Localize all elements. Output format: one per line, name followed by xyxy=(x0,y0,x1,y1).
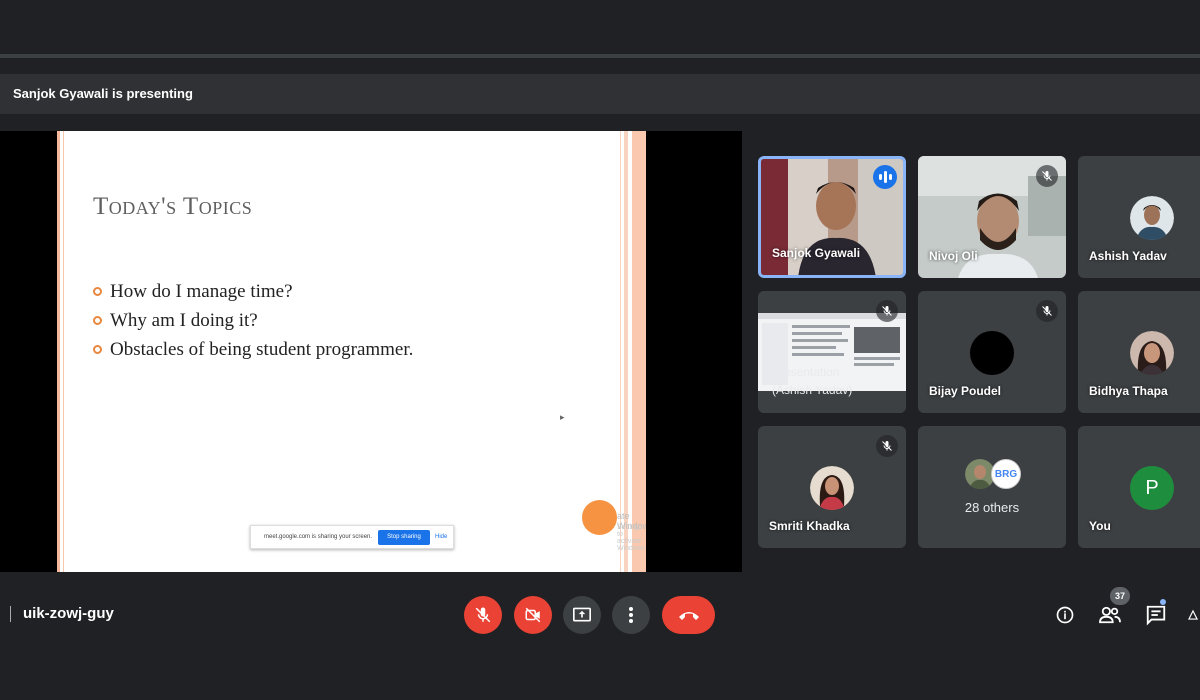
people-icon xyxy=(1099,606,1121,624)
avatar xyxy=(970,331,1014,375)
others-count: 28 others xyxy=(964,500,1020,515)
orange-marker xyxy=(582,500,617,535)
mic-toggle-button[interactable] xyxy=(464,596,502,634)
slide-border-right-mid xyxy=(624,131,628,572)
participant-name: Sanjok Gyawali xyxy=(772,246,861,260)
mic-off-icon xyxy=(475,607,491,623)
participant-tile-nivoj-oli[interactable]: Nivoj Oli xyxy=(918,156,1066,278)
bullet-icon xyxy=(93,345,102,354)
share-notice-text: meet.google.com is sharing your screen. xyxy=(264,534,373,540)
presenter-banner: Sanjok Gyawali is presenting xyxy=(0,74,1200,114)
avatar xyxy=(1130,196,1174,240)
participant-name: Bidhya Thapa xyxy=(1089,384,1168,398)
slide-bullet-text: How do I manage time? xyxy=(110,280,293,302)
avatar: BRG xyxy=(991,459,1021,489)
mic-off-icon xyxy=(1036,300,1058,322)
presentation-owner: (Ashish Yadav) xyxy=(772,383,853,397)
slide: Today's Topics How do I manage time? Why… xyxy=(57,131,646,572)
slide-border-right-thin xyxy=(620,131,621,572)
call-end-icon xyxy=(678,612,699,620)
avatar xyxy=(810,466,854,510)
presentation-label: Presentation xyxy=(772,365,840,379)
participant-tile-sanjok-gyawali[interactable]: Sanjok Gyawali xyxy=(758,156,906,278)
cursor-icon: ▸ xyxy=(560,412,565,422)
slide-border-left-thin xyxy=(63,131,64,572)
mic-off-icon xyxy=(1036,165,1058,187)
more-vert-icon xyxy=(629,607,633,623)
speaking-indicator-icon xyxy=(873,165,897,189)
chat-button[interactable] xyxy=(1143,602,1169,628)
camera-toggle-button[interactable] xyxy=(514,596,552,634)
mic-off-icon xyxy=(876,435,898,457)
screen-share-notice: meet.google.com is sharing your screen. … xyxy=(250,525,454,549)
meeting-details-button[interactable] xyxy=(1052,602,1078,628)
slide-bullet: Obstacles of being student programmer. xyxy=(93,335,413,364)
avatar-letter: P xyxy=(1145,476,1159,499)
participant-tile-bidhya-thapa[interactable]: Bidhya Thapa xyxy=(1078,291,1200,413)
presentation-stage[interactable]: Today's Topics How do I manage time? Why… xyxy=(0,131,742,572)
present-icon xyxy=(573,607,591,622)
windows-watermark-line2: Settings to activate Windows. xyxy=(617,524,646,552)
activities-button[interactable] xyxy=(1186,602,1200,628)
people-button[interactable] xyxy=(1097,602,1123,628)
activities-icon xyxy=(1187,609,1199,620)
bottom-control-bar: uik-zowj-guy 37 xyxy=(0,580,1200,650)
info-icon xyxy=(1056,606,1074,624)
participant-tile-you[interactable]: P You xyxy=(1078,426,1200,548)
participant-name: Ashish Yadav xyxy=(1089,249,1167,263)
camera-off-icon xyxy=(525,607,541,623)
present-now-button[interactable] xyxy=(563,596,601,634)
top-divider xyxy=(0,54,1200,58)
slide-title: Today's Topics xyxy=(93,193,253,220)
bullet-icon xyxy=(93,287,102,296)
mic-off-icon xyxy=(876,300,898,322)
presenter-banner-text: Sanjok Gyawali is presenting xyxy=(13,86,193,101)
participant-tile-ashish-yadav[interactable]: Ashish Yadav xyxy=(1078,156,1200,278)
people-count-badge: 37 xyxy=(1110,587,1130,605)
bullet-icon xyxy=(93,316,102,325)
stop-sharing-button[interactable]: Stop sharing xyxy=(378,530,430,545)
participant-name: Smriti Khadka xyxy=(769,519,850,533)
slide-bullet-text: Why am I doing it? xyxy=(110,309,258,331)
participant-tile-smriti-khadka[interactable]: Smriti Khadka xyxy=(758,426,906,548)
hide-button[interactable]: Hide xyxy=(435,534,447,540)
participant-name: You xyxy=(1089,519,1111,533)
slide-bullet: How do I manage time? xyxy=(93,277,413,306)
leave-call-button[interactable] xyxy=(662,596,715,634)
chat-notification-dot xyxy=(1160,599,1166,605)
slide-border-left xyxy=(57,131,60,572)
avatar-text: BRG xyxy=(994,468,1018,480)
chat-icon xyxy=(1146,605,1166,626)
participant-tile-others[interactable]: BRG 28 others xyxy=(918,426,1066,548)
meeting-code: uik-zowj-guy xyxy=(10,606,114,622)
more-options-button[interactable] xyxy=(612,596,650,634)
slide-border-right xyxy=(632,131,646,572)
slide-bullet-text: Obstacles of being student programmer. xyxy=(110,338,414,360)
participant-tile-bijay-poudel[interactable]: Bijay Poudel xyxy=(918,291,1066,413)
avatar: P xyxy=(1130,466,1174,510)
participant-tile-presentation[interactable]: Presentation (Ashish Yadav) xyxy=(758,291,906,413)
participant-name: Presentation (Ashish Yadav) xyxy=(772,363,852,399)
slide-bullets: How do I manage time? Why am I doing it?… xyxy=(93,277,413,364)
top-strip xyxy=(0,0,1200,55)
avatar xyxy=(1130,331,1174,375)
slide-bullet: Why am I doing it? xyxy=(93,306,413,335)
participant-name: Nivoj Oli xyxy=(929,249,978,263)
participant-name: Bijay Poudel xyxy=(929,384,1002,398)
